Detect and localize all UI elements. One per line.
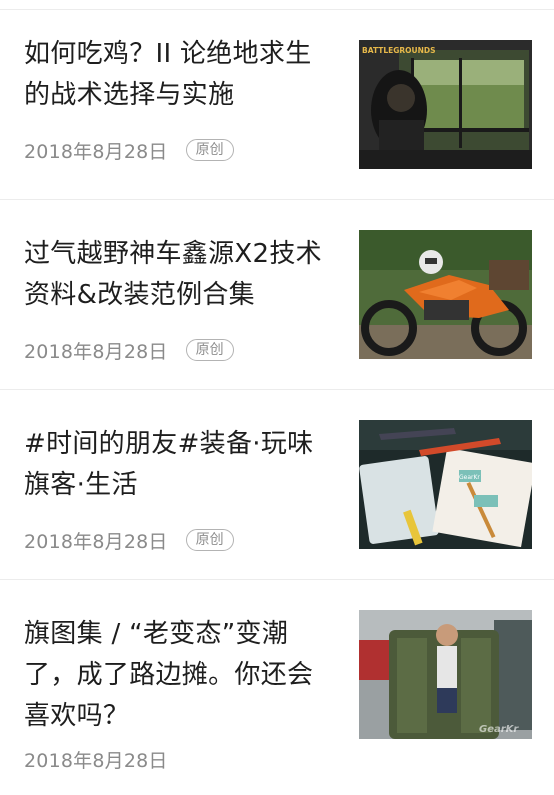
thumb-caption: BATTLEGROUNDS	[362, 46, 436, 55]
article-title-line: 如何吃鸡？II 论绝地求生	[24, 39, 312, 69]
original-badge: 原创	[185, 529, 234, 551]
article-title-line: 过气越野神车鑫源X2技术	[24, 239, 322, 269]
article-title-line: 喜欢吗？	[24, 701, 130, 731]
article-title-line: 了，成了路边摊。你还会	[24, 660, 314, 690]
article-title[interactable]: 旗图集 / “老变态”变潮 了，成了路边摊。你还会 喜欢吗？	[24, 614, 344, 737]
article-item[interactable]: 如何吃鸡？II 论绝地求生 的战术选择与实施 2018年8月28日 原创 BAT…	[0, 0, 554, 190]
article-title[interactable]: 过气越野神车鑫源X2技术 资料&改装范例合集	[24, 234, 344, 316]
article-title-line: 旗图集 / “老变态”变潮	[24, 619, 289, 649]
article-title-line: 旗客·生活	[24, 470, 138, 500]
article-item[interactable]: 旗图集 / “老变态”变潮 了，成了路边摊。你还会 喜欢吗？ 2018年8月28…	[0, 580, 554, 795]
article-thumbnail[interactable]: BATTLEGROUNDS	[359, 40, 532, 169]
article-date: 2018年8月28日	[24, 530, 168, 553]
thumb-caption: GearKr	[459, 474, 480, 481]
original-badge: 原创	[185, 339, 234, 361]
article-title-line: #时间的朋友#装备·玩味	[24, 429, 314, 459]
article-date: 2018年8月28日	[24, 749, 168, 772]
article-title[interactable]: 如何吃鸡？II 论绝地求生 的战术选择与实施	[24, 34, 344, 116]
article-thumbnail[interactable]: GearKr	[359, 610, 532, 739]
article-item[interactable]: #时间的朋友#装备·玩味 旗客·生活 2018年8月28日 原创 GearKr	[0, 390, 554, 580]
article-item[interactable]: 过气越野神车鑫源X2技术 资料&改装范例合集 2018年8月28日 原创	[0, 200, 554, 390]
article-thumbnail[interactable]: GearKr	[359, 420, 532, 549]
thumb-caption: GearKr	[479, 724, 519, 735]
article-meta: 2018年8月28日 原创	[24, 526, 234, 554]
article-date: 2018年8月28日	[24, 340, 168, 363]
article-title-line: 资料&改装范例合集	[24, 280, 255, 310]
article-meta: 2018年8月28日 原创	[24, 336, 234, 364]
article-title-line: 的战术选择与实施	[24, 80, 235, 110]
original-badge: 原创	[185, 139, 234, 161]
article-meta: 2018年8月28日	[24, 745, 168, 773]
article-date: 2018年8月28日	[24, 140, 168, 163]
article-title[interactable]: #时间的朋友#装备·玩味 旗客·生活	[24, 424, 344, 506]
article-thumbnail[interactable]	[359, 230, 532, 359]
article-meta: 2018年8月28日 原创	[24, 136, 234, 164]
